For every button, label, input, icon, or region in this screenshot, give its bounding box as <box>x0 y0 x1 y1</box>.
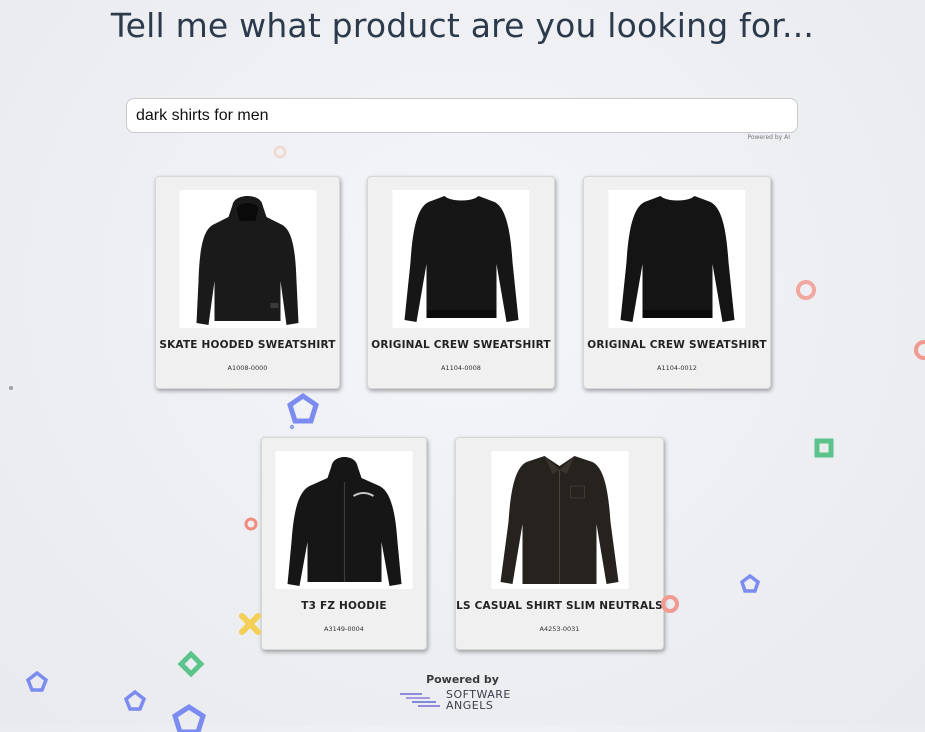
product-image <box>179 190 316 328</box>
product-code: A1104-0008 <box>441 364 481 372</box>
product-image <box>392 190 530 328</box>
product-name: LS CASUAL SHIRT SLIM NEUTRALS <box>456 600 663 612</box>
crew-sweatshirt-icon <box>404 196 518 322</box>
product-code: A4253-0031 <box>539 625 580 633</box>
decorative-ring-icon <box>244 517 258 531</box>
crew-sweatshirt-icon <box>620 196 734 322</box>
product-card[interactable]: LS CASUAL SHIRT SLIM NEUTRALS A4253-0031 <box>455 437 664 650</box>
product-name: T3 FZ HOODIE <box>301 600 387 612</box>
decorative-pentagon-icon <box>740 574 760 593</box>
product-name: ORIGINAL CREW SWEATSHIRT <box>371 339 551 351</box>
powered-by-ai-label: Powered by AI <box>747 134 790 141</box>
hoodie-pullover-icon <box>196 196 299 325</box>
decorative-square-icon <box>814 438 834 458</box>
product-code: A1104-0012 <box>657 364 697 372</box>
brand-logo[interactable]: SOFTWARE ANGELS <box>400 689 511 711</box>
product-image <box>491 451 628 589</box>
decorative-pentagon-icon <box>172 704 206 732</box>
product-card[interactable]: T3 FZ HOODIE A3149-0004 <box>261 437 427 650</box>
product-code: A1008-0000 <box>227 364 268 372</box>
product-name: ORIGINAL CREW SWEATSHIRT <box>587 339 767 351</box>
decorative-dot-icon <box>289 424 295 430</box>
page-title: Tell me what product are you looking for… <box>110 6 815 45</box>
decorative-cross-icon <box>239 613 261 635</box>
product-card[interactable]: ORIGINAL CREW SWEATSHIRT A1104-0012 <box>583 176 771 389</box>
button-shirt-icon <box>500 456 619 584</box>
decorative-ring-icon <box>796 280 816 300</box>
decorative-pentagon-icon <box>287 393 319 424</box>
brand-name-line2: ANGELS <box>446 699 494 712</box>
decorative-pentagon-icon <box>124 690 146 711</box>
zip-hoodie-icon <box>287 457 401 586</box>
product-card[interactable]: SKATE HOODED SWEATSHIRT A1008-0000 <box>155 176 340 389</box>
product-card[interactable]: ORIGINAL CREW SWEATSHIRT A1104-0008 <box>367 176 555 389</box>
decorative-ring-icon <box>914 340 925 360</box>
decorative-dot-icon <box>9 386 13 390</box>
product-name: SKATE HOODED SWEATSHIRT <box>159 339 336 351</box>
powered-by-label: Powered by <box>426 673 499 686</box>
product-image <box>275 451 413 589</box>
product-code: A3149-0004 <box>324 625 364 633</box>
decorative-ring-icon <box>661 595 679 613</box>
decorative-ring-icon <box>273 145 287 159</box>
search-input[interactable] <box>126 98 798 133</box>
product-image <box>608 190 746 328</box>
software-angels-logo-icon <box>400 693 440 707</box>
